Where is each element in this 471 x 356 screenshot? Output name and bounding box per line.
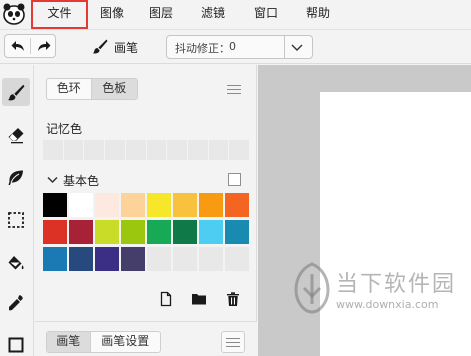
leaf-icon: [8, 170, 23, 185]
trash-icon[interactable]: [225, 291, 241, 307]
current-tool-label: 画笔: [114, 41, 139, 55]
leaf-brush-tool[interactable]: [2, 164, 30, 192]
panel-menu-icon[interactable]: [227, 85, 241, 95]
color-mode-tabs: 色环 色板: [46, 78, 138, 100]
swatch-grid: [43, 193, 250, 271]
eyedropper-tool[interactable]: [2, 289, 30, 317]
memory-slot[interactable]: [146, 140, 167, 160]
color-swatch[interactable]: [173, 220, 197, 244]
dashed-select-icon: [8, 212, 24, 228]
color-swatch[interactable]: [147, 247, 171, 271]
color-swatch[interactable]: [121, 220, 145, 244]
color-swatch[interactable]: [43, 220, 67, 244]
color-swatch[interactable]: [121, 247, 145, 271]
memory-slot[interactable]: [43, 140, 63, 160]
folder-icon[interactable]: [191, 291, 207, 307]
tab-brush[interactable]: 画笔: [47, 332, 91, 352]
memory-slot[interactable]: [125, 140, 146, 160]
square-icon: [8, 337, 24, 353]
chevron-down-icon[interactable]: [290, 41, 304, 53]
color-swatch[interactable]: [173, 247, 197, 271]
stabilizer-select[interactable]: 抖动修正： 0: [166, 35, 313, 59]
menu-help[interactable]: 帮助: [298, 0, 338, 29]
brush-tabs: 画笔 画笔设置: [46, 331, 161, 353]
watermark-url: www.downxia.com: [336, 298, 439, 311]
basic-colors-label: 基本色: [63, 173, 100, 188]
color-swatch[interactable]: [69, 247, 93, 271]
stabilizer-divider: [284, 36, 285, 58]
eraser-tool[interactable]: [2, 121, 30, 149]
color-swatch[interactable]: [225, 247, 249, 271]
color-swatch[interactable]: [147, 220, 171, 244]
brush-panel-bar: 画笔 画笔设置: [35, 321, 257, 356]
color-swatch[interactable]: [225, 220, 249, 244]
color-swatch[interactable]: [225, 193, 249, 217]
redo-icon: [37, 41, 50, 51]
watermark: 当下软件园 www.downxia.com: [292, 262, 468, 322]
fill-tool[interactable]: [2, 249, 30, 277]
canvas-area[interactable]: 当下软件园 www.downxia.com: [258, 65, 471, 356]
color-swatch[interactable]: [69, 220, 93, 244]
memory-slot[interactable]: [105, 140, 125, 160]
watermark-title: 当下软件园: [336, 272, 457, 297]
paint-bucket-icon: [8, 256, 24, 270]
memory-colors-row: [43, 140, 250, 160]
stabilizer-label: 抖动修正：: [175, 42, 230, 55]
memory-slot[interactable]: [187, 140, 208, 160]
basic-colors-header[interactable]: 基本色: [47, 172, 99, 188]
menu-bar: 文件 图像 图层 滤镜 窗口 帮助: [0, 0, 471, 30]
color-panel: 色环 色板 记忆色 基本色 画笔 画笔设置: [35, 65, 257, 356]
tab-brush-settings[interactable]: 画笔设置: [91, 332, 160, 352]
color-swatch[interactable]: [69, 193, 93, 217]
memory-slot[interactable]: [84, 140, 105, 160]
color-swatch[interactable]: [173, 193, 197, 217]
color-swatch[interactable]: [199, 193, 223, 217]
stabilizer-value: 0: [229, 40, 236, 53]
memory-slot[interactable]: [208, 140, 229, 160]
color-swatch[interactable]: [199, 220, 223, 244]
eraser-icon: [8, 128, 24, 144]
menu-image[interactable]: 图像: [92, 0, 132, 29]
menu-window[interactable]: 窗口: [246, 0, 286, 29]
brush-menu-button[interactable]: [221, 331, 245, 353]
tab-color-wheel[interactable]: 色环: [47, 79, 92, 99]
color-swatch[interactable]: [147, 193, 171, 217]
color-swatch[interactable]: [199, 247, 223, 271]
color-swatch[interactable]: [95, 220, 119, 244]
brush-icon: [92, 39, 108, 54]
app-logo-icon: [3, 3, 25, 25]
menu-file[interactable]: 文件: [31, 0, 88, 29]
color-swatch[interactable]: [43, 247, 67, 271]
redo-button[interactable]: [31, 35, 56, 57]
memory-slot[interactable]: [63, 140, 84, 160]
shape-tool[interactable]: [2, 331, 30, 356]
undo-redo-group: [4, 34, 56, 58]
color-swatch[interactable]: [95, 247, 119, 271]
watermark-logo-icon: [294, 262, 330, 314]
basic-colors-checkbox[interactable]: [228, 173, 241, 186]
selection-tool[interactable]: [2, 206, 30, 234]
hamburger-icon: [226, 338, 240, 348]
brush-tool[interactable]: [2, 78, 30, 106]
color-swatch[interactable]: [95, 193, 119, 217]
menu-filter[interactable]: 滤镜: [193, 0, 233, 29]
color-swatch[interactable]: [43, 193, 67, 217]
undo-button[interactable]: [5, 35, 30, 57]
memory-slot[interactable]: [229, 140, 250, 160]
brush-icon: [7, 84, 25, 101]
toolbar: 画笔 抖动修正： 0: [0, 30, 471, 64]
memory-slot[interactable]: [167, 140, 187, 160]
undo-icon: [11, 41, 24, 51]
color-swatch[interactable]: [121, 193, 145, 217]
tool-strip: [0, 65, 34, 356]
tab-swatches[interactable]: 色板: [91, 79, 137, 99]
chevron-down-icon: [47, 176, 58, 184]
eyedropper-icon: [9, 295, 23, 311]
new-document-icon[interactable]: [158, 291, 174, 307]
menu-layer[interactable]: 图层: [141, 0, 181, 29]
memory-colors-label: 记忆色: [46, 122, 83, 136]
